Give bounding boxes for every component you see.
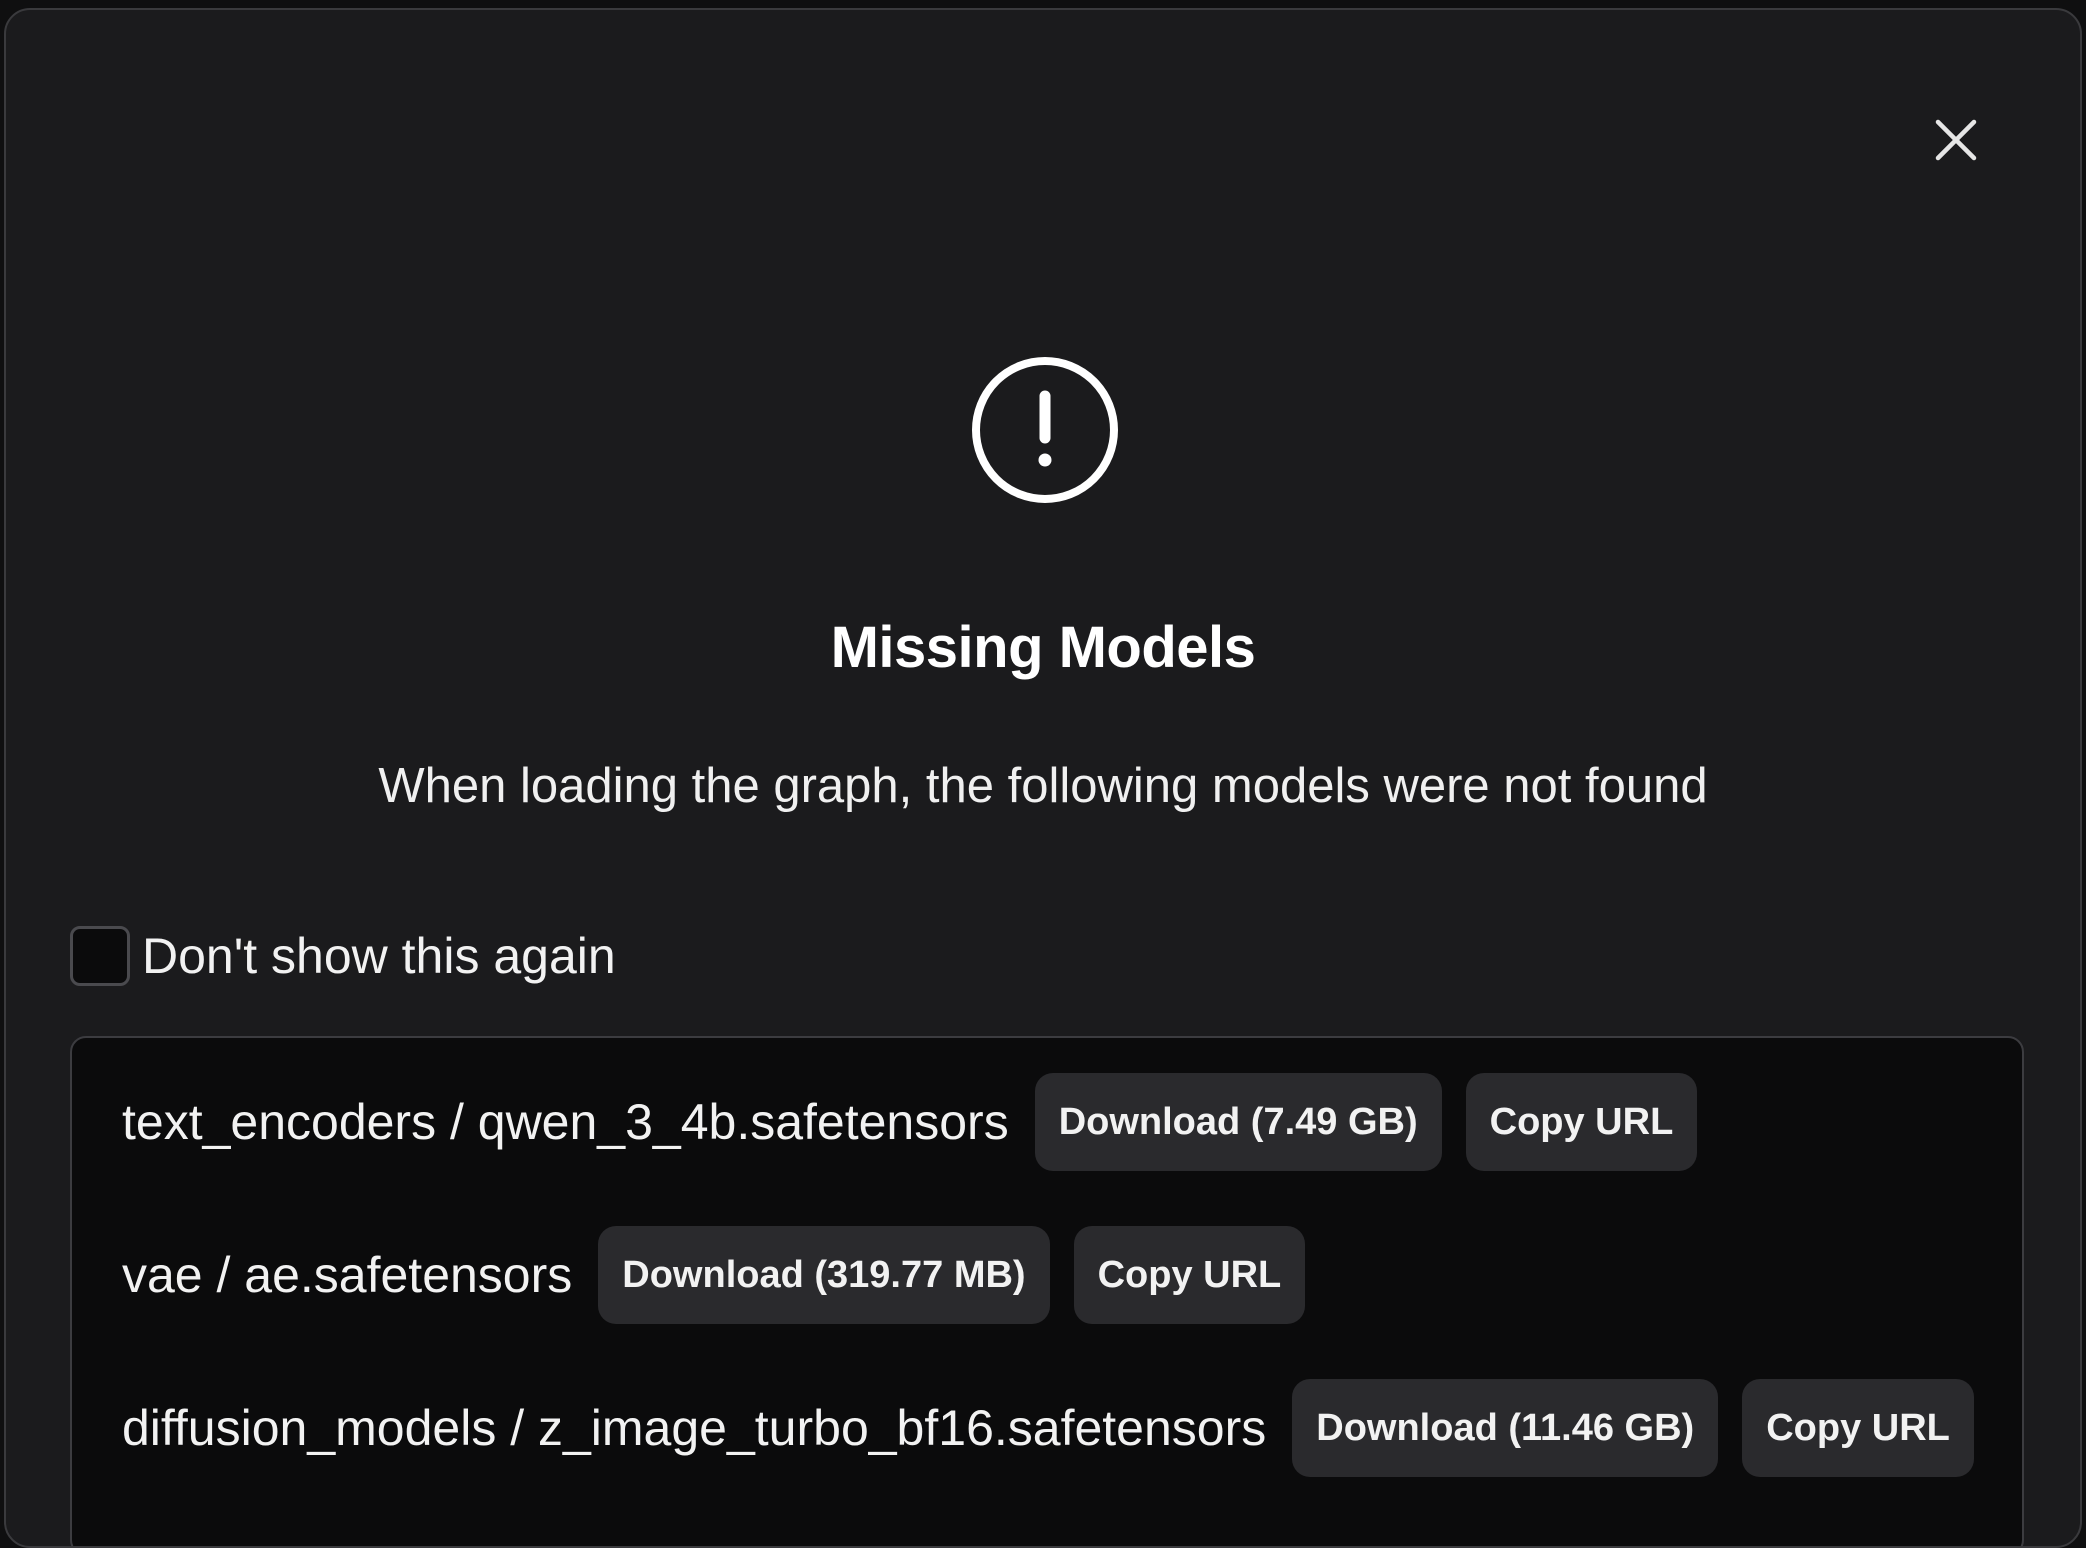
download-button[interactable]: Download (11.46 GB) xyxy=(1292,1379,1719,1477)
dont-show-again-checkbox[interactable] xyxy=(70,926,130,986)
list-item: diffusion_models / z_image_turbo_bf16.sa… xyxy=(122,1378,1974,1478)
copy-url-button[interactable]: Copy URL xyxy=(1073,1226,1306,1324)
download-button[interactable]: Download (319.77 MB) xyxy=(598,1226,1050,1324)
missing-models-list: text_encoders / qwen_3_4b.safetensors Do… xyxy=(70,1036,2024,1546)
list-item: text_encoders / qwen_3_4b.safetensors Do… xyxy=(122,1072,1698,1172)
dont-show-again-option[interactable]: Don't show this again xyxy=(70,926,616,986)
dialog-message: When loading the graph, the following mo… xyxy=(378,759,1708,813)
copy-url-button[interactable]: Copy URL xyxy=(1465,1073,1698,1171)
missing-models-dialog: Missing Models When loading the graph, t… xyxy=(4,8,2082,1548)
copy-url-button[interactable]: Copy URL xyxy=(1742,1379,1974,1477)
exclamation-circle-icon xyxy=(969,354,1121,506)
model-name: text_encoders / qwen_3_4b.safetensors xyxy=(122,1094,1009,1150)
model-name: vae / ae.safetensors xyxy=(122,1247,573,1303)
model-name: diffusion_models / z_image_turbo_bf16.sa… xyxy=(122,1400,1267,1456)
list-item: vae / ae.safetensors Download (319.77 MB… xyxy=(122,1225,1306,1325)
dont-show-again-label: Don't show this again xyxy=(142,928,616,984)
dialog-title: Missing Models xyxy=(830,615,1256,680)
download-button[interactable]: Download (7.49 GB) xyxy=(1034,1073,1442,1171)
close-button[interactable] xyxy=(1932,116,1980,164)
close-icon xyxy=(1935,119,1977,161)
